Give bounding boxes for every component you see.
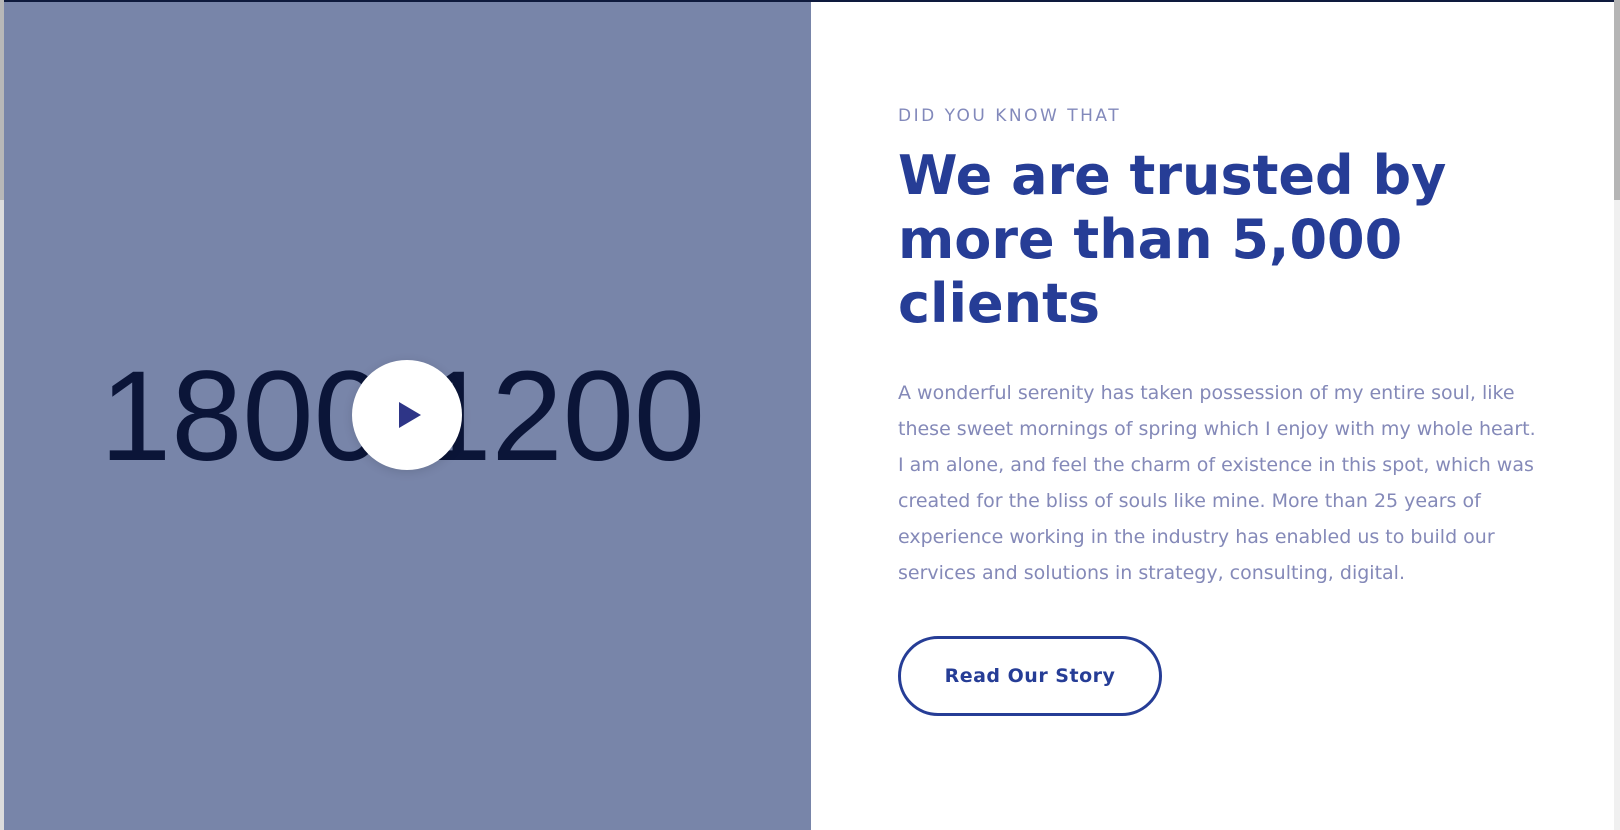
play-video-button[interactable] — [352, 360, 462, 470]
video-panel: 1800 1200 — [4, 2, 811, 830]
page-scroll-thumb[interactable] — [1614, 0, 1620, 200]
read-our-story-button[interactable]: Read Our Story — [898, 636, 1162, 716]
play-icon — [399, 402, 421, 428]
page-scrollbar[interactable] — [1614, 0, 1620, 830]
section-eyebrow: DID YOU KNOW THAT — [898, 106, 1122, 126]
section-headline: We are trusted by more than 5,000 client… — [898, 144, 1447, 335]
section-description: A wonderful serenity has taken possessio… — [898, 382, 1536, 584]
